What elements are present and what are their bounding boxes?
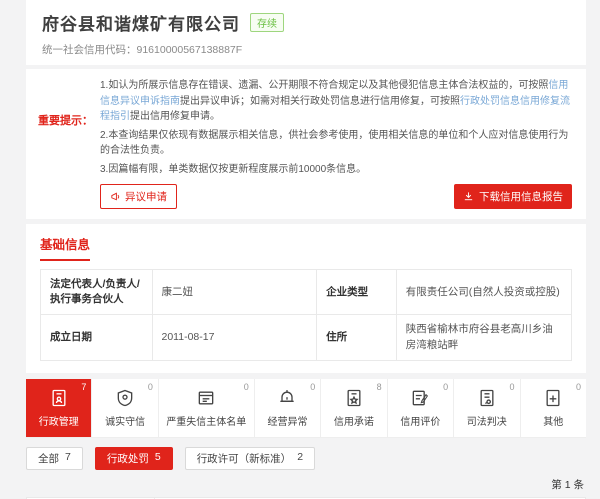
evaluation-pencil-icon bbox=[410, 388, 430, 408]
tab-label: 其他 bbox=[543, 413, 563, 428]
tab-count-badge: 8 bbox=[377, 382, 382, 392]
tab-label: 经营异常 bbox=[267, 413, 307, 428]
tab-count-badge: 0 bbox=[443, 382, 448, 392]
subtab-admin-penalty[interactable]: 行政处罚 5 bbox=[95, 447, 173, 470]
status-badge: 存续 bbox=[250, 13, 284, 32]
subtab-admin-license[interactable]: 行政许可（新标准） 2 bbox=[185, 447, 315, 470]
tab-count-badge: 0 bbox=[310, 382, 315, 392]
tab-credit-evaluation[interactable]: 0 信用评价 bbox=[388, 379, 454, 437]
notice-text: 1.如认为所展示信息存在错误、遗漏、公开期限不符合规定以及其他侵犯信息主体合法权… bbox=[100, 80, 548, 91]
judgment-doc-icon bbox=[477, 388, 497, 408]
tab-label: 严重失信主体名单 bbox=[166, 413, 246, 428]
subtab-count: 7 bbox=[65, 451, 71, 466]
notice-text: 提出异议申诉；如需对相关行政处罚信息进行信用修复，可按照 bbox=[180, 96, 460, 107]
blacklist-card-icon bbox=[196, 388, 216, 408]
megaphone-icon bbox=[110, 191, 121, 202]
tab-count-badge: 7 bbox=[81, 382, 86, 392]
tab-judicial-judgment[interactable]: 0 司法判决 bbox=[454, 379, 520, 437]
alarm-icon bbox=[277, 388, 297, 408]
tab-honesty[interactable]: 0 诚实守信 bbox=[92, 379, 158, 437]
tab-admin-management[interactable]: 7 行政管理 bbox=[26, 379, 92, 437]
basic-info-table: 法定代表人/负责人/执行事务合伙人 康二妞 企业类型 有限责任公司(自然人投资或… bbox=[40, 269, 572, 361]
filter-subtabs: 全部 7 行政处罚 5 行政许可（新标准） 2 bbox=[26, 447, 586, 470]
basic-info-section: 基础信息 法定代表人/负责人/执行事务合伙人 康二妞 企业类型 有限责任公司(自… bbox=[26, 224, 586, 373]
notice-item-1: 1.如认为所展示信息存在错误、遗漏、公开期限不符合规定以及其他侵犯信息主体合法权… bbox=[100, 78, 572, 125]
other-doc-icon bbox=[543, 388, 563, 408]
basic-info-title: 基础信息 bbox=[40, 234, 90, 261]
tab-credit-commitment[interactable]: 8 信用承诺 bbox=[321, 379, 387, 437]
tab-count-badge: 0 bbox=[576, 382, 581, 392]
important-notice: 重要提示： 1.如认为所展示信息存在错误、遗漏、公开期限不符合规定以及其他侵犯信… bbox=[26, 69, 586, 219]
download-icon bbox=[463, 191, 474, 202]
notice-item-2: 2.本查询结果仅依现有数据展示相关信息，供社会参考使用，使用相关信息的单位和个人… bbox=[100, 128, 572, 159]
tab-label: 司法判决 bbox=[467, 413, 507, 428]
subtab-all[interactable]: 全部 7 bbox=[26, 447, 83, 470]
tab-label: 信用承诺 bbox=[334, 413, 374, 428]
notice-item-3: 3.因篇幅有限，单类数据仅按更新程度展示前10000条信息。 bbox=[100, 162, 572, 178]
tab-label: 诚实守信 bbox=[105, 413, 145, 428]
field-value: 康二妞 bbox=[152, 270, 317, 315]
credit-profile-page: 府谷县和谐煤矿有限公司 存续 统一社会信用代码：9161000056713888… bbox=[0, 0, 600, 499]
appeal-button-label: 异议申请 bbox=[125, 189, 167, 204]
notice-text: 提出信用修复申请。 bbox=[130, 111, 220, 122]
subtab-count: 5 bbox=[155, 451, 161, 466]
field-value: 2011-08-17 bbox=[152, 315, 317, 360]
tab-count-badge: 0 bbox=[148, 382, 153, 392]
commitment-doc-icon bbox=[344, 388, 364, 408]
tab-count-badge: 0 bbox=[510, 382, 515, 392]
field-value: 陕西省榆林市府谷县老高川乡油房湾粮站畔 bbox=[396, 315, 571, 360]
subtab-count: 2 bbox=[297, 451, 303, 466]
company-name: 府谷县和谐煤矿有限公司 bbox=[42, 10, 240, 35]
subtab-label: 行政处罚 bbox=[107, 451, 149, 466]
company-header: 府谷县和谐煤矿有限公司 存续 统一社会信用代码：9161000056713888… bbox=[26, 0, 586, 65]
download-report-button[interactable]: 下载信用信息报告 bbox=[454, 184, 572, 209]
field-label: 成立日期 bbox=[41, 315, 153, 360]
field-value: 有限责任公司(自然人投资或控股) bbox=[396, 270, 571, 315]
category-tabs: 7 行政管理 0 诚实守信 0 严重失信主体名单 0 经营异常 8 bbox=[26, 379, 586, 438]
subtab-label: 行政许可（新标准） bbox=[197, 451, 292, 466]
tab-label: 信用评价 bbox=[400, 413, 440, 428]
tab-serious-dishonesty-list[interactable]: 0 严重失信主体名单 bbox=[159, 379, 255, 437]
record-counter: 第 1 条 bbox=[26, 477, 584, 492]
notice-label: 重要提示： bbox=[38, 78, 100, 209]
table-row: 成立日期 2011-08-17 住所 陕西省榆林市府谷县老高川乡油房湾粮站畔 bbox=[41, 315, 572, 360]
integrity-shield-icon bbox=[115, 388, 135, 408]
tab-label: 行政管理 bbox=[39, 413, 79, 428]
tab-count-badge: 0 bbox=[244, 382, 249, 392]
credit-code: 统一社会信用代码：91610000567138887F bbox=[42, 42, 570, 57]
admin-management-icon bbox=[49, 388, 69, 408]
table-row: 法定代表人/负责人/执行事务合伙人 康二妞 企业类型 有限责任公司(自然人投资或… bbox=[41, 270, 572, 315]
field-label: 住所 bbox=[317, 315, 397, 360]
tab-business-abnormal[interactable]: 0 经营异常 bbox=[255, 379, 321, 437]
appeal-button[interactable]: 异议申请 bbox=[100, 184, 177, 209]
subtab-label: 全部 bbox=[38, 451, 59, 466]
field-label: 法定代表人/负责人/执行事务合伙人 bbox=[41, 270, 153, 315]
tab-other[interactable]: 0 其他 bbox=[521, 379, 586, 437]
download-button-label: 下载信用信息报告 bbox=[479, 189, 563, 204]
field-label: 企业类型 bbox=[317, 270, 397, 315]
